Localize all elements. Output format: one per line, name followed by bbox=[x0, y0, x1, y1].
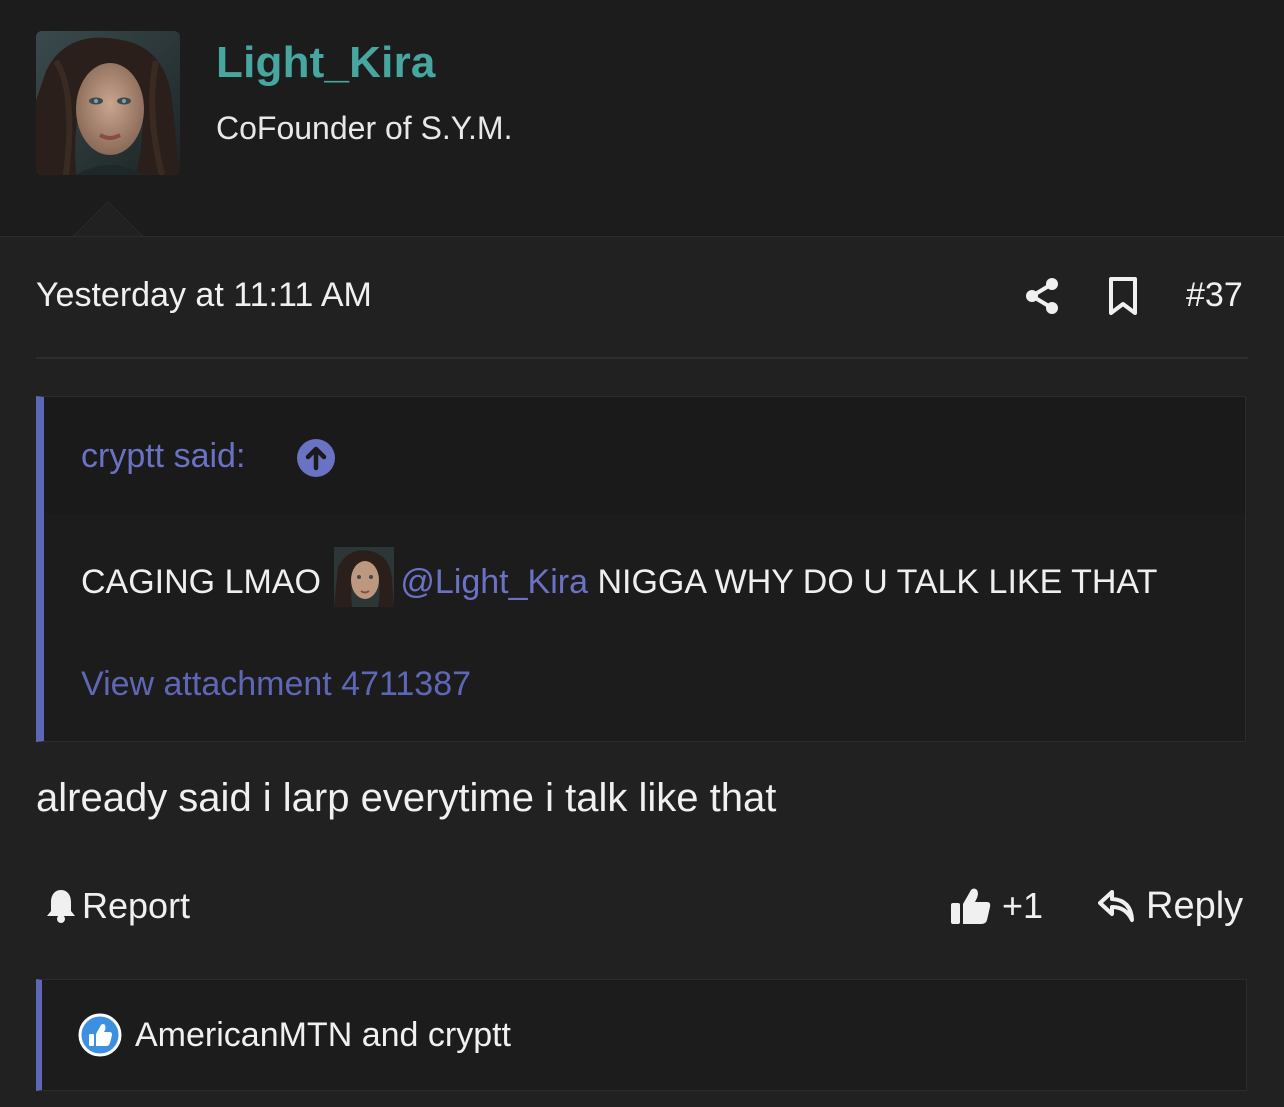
thumbs-up-icon bbox=[951, 888, 991, 924]
message-pointer bbox=[74, 202, 142, 236]
share-icon[interactable] bbox=[1022, 276, 1062, 316]
mention-avatar[interactable] bbox=[334, 547, 395, 607]
like-button[interactable]: +1 bbox=[950, 884, 1043, 928]
user-title: CoFounder of S.Y.M. bbox=[216, 110, 513, 146]
reply-arrow-icon bbox=[1098, 890, 1134, 922]
user-avatar[interactable] bbox=[36, 31, 180, 175]
quote-author-link[interactable]: cryptt said: bbox=[81, 437, 245, 476]
post-date[interactable]: Yesterday at 11:11 AM bbox=[36, 276, 372, 315]
reply-label: Reply bbox=[1146, 884, 1244, 927]
report-button[interactable]: Report bbox=[46, 884, 190, 928]
like-reaction-icon bbox=[78, 1013, 122, 1057]
quote-body: CAGING LMAO @Light_Kira NIGGA WHY DO U T… bbox=[81, 547, 1211, 611]
quote-text-after: NIGGA WHY DO U TALK LIKE THAT bbox=[597, 563, 1158, 601]
bookmark-icon[interactable] bbox=[1106, 276, 1140, 316]
reactions-bar: AmericanMTN and cryptt bbox=[36, 979, 1247, 1091]
user-mention-link[interactable]: @Light_Kira bbox=[400, 563, 588, 601]
post-message-text: already said i larp everytime i talk lik… bbox=[36, 776, 777, 820]
reply-button[interactable]: Reply bbox=[1098, 884, 1243, 928]
post-number-link[interactable]: #37 bbox=[1186, 276, 1243, 315]
view-attachment-link[interactable]: View attachment 4711387 bbox=[81, 665, 471, 704]
report-label: Report bbox=[82, 885, 191, 926]
user-header: Light_Kira CoFounder of S.Y.M. bbox=[0, 0, 1284, 237]
arrow-up-circle-icon[interactable] bbox=[297, 439, 335, 477]
quote-block: cryptt said: CAGING LMAO @Light_Kira NIG… bbox=[36, 396, 1246, 742]
like-count: +1 bbox=[1002, 885, 1044, 926]
reaction-users-link[interactable]: AmericanMTN and cryptt bbox=[135, 1016, 511, 1055]
quote-header: cryptt said: bbox=[44, 397, 1245, 514]
post-divider bbox=[36, 357, 1248, 359]
bell-icon bbox=[47, 890, 75, 923]
quote-text-before: CAGING LMAO bbox=[81, 563, 321, 601]
username-link[interactable]: Light_Kira bbox=[216, 38, 436, 88]
